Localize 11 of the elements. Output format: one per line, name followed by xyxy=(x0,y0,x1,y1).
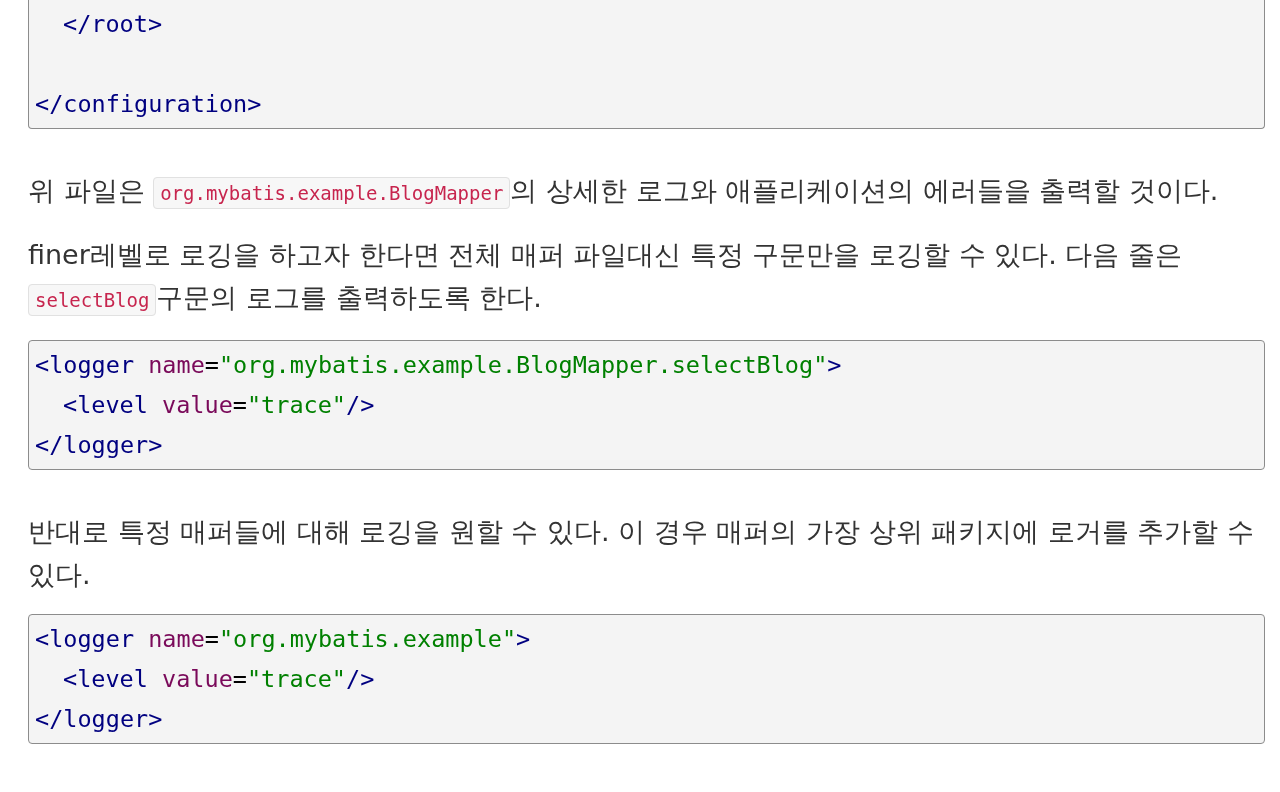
code-line: </root> xyxy=(62,9,163,40)
code-line: <logger name="org.mybatis.example"> xyxy=(35,624,531,655)
code-line: <level value="trace"/> xyxy=(62,664,375,695)
paragraph: 위 파일은 org.mybatis.example.BlogMapper 의 상세한 로그와 애플리케이션의 에러들을 출력할 것이다. xyxy=(28,169,1265,215)
paragraph: finer레벨로 로깅을 하고자 한다면 전체 매퍼 파일대신 특정 구문만을 로깅할 수 있다. 다음 줄은 selectBlog 구문의 로그를 출력하도록 한다. xyxy=(28,233,1265,322)
paragraph: 반대로 특정 매퍼들에 대해 로깅을 원할 수 있다. 이 경우 매퍼의 가장 상위 패키지에 로거를 추가할 수 있다. xyxy=(28,515,1255,592)
code-line: <level value="trace"/> xyxy=(62,390,375,421)
code-line: </logger> xyxy=(35,430,163,461)
code-line: </configuration> xyxy=(35,89,262,120)
code-line: <logger name="org.mybatis.example.BlogMapper.selectBlog"> xyxy=(35,350,842,381)
code-line: </logger> xyxy=(35,704,163,735)
